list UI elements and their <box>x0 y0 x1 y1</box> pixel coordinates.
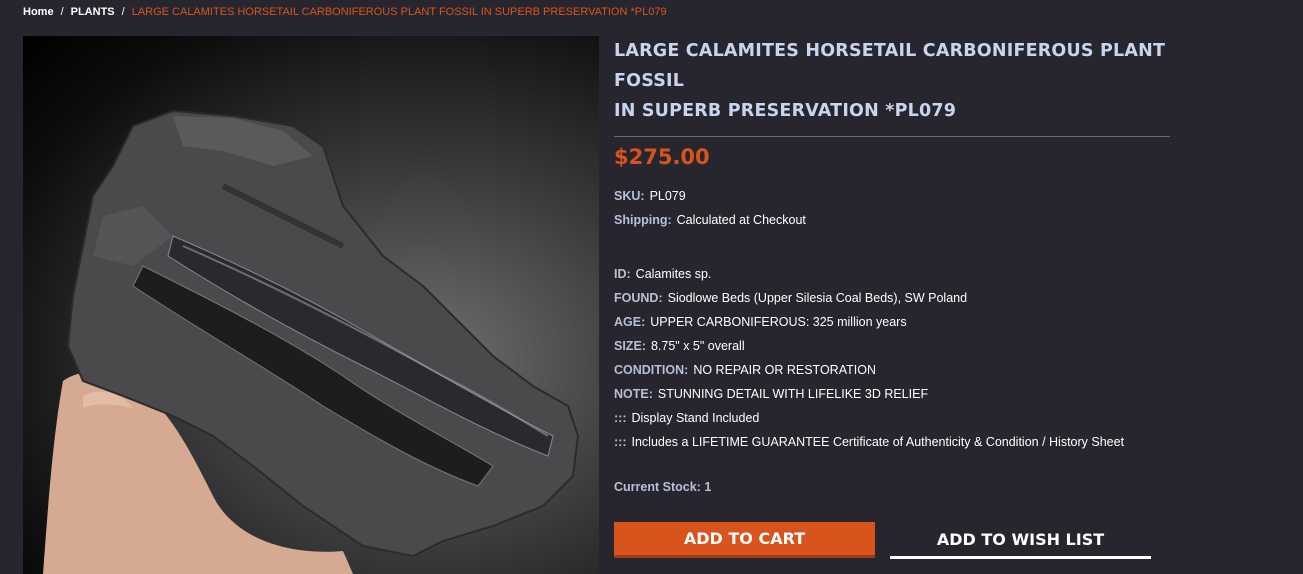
detail-row: FOUND: Siodlowe Beds (Upper Silesia Coal … <box>614 286 1170 310</box>
detail-row: ::: Includes a LIFETIME GUARANTEE Certifi… <box>614 430 1170 454</box>
breadcrumb-category-link[interactable]: PLANTS <box>71 5 115 19</box>
detail-value: UPPER CARBONIFEROUS: 325 million years <box>650 315 907 329</box>
shipping-value: Calculated at Checkout <box>676 213 806 227</box>
breadcrumb-home-link[interactable]: Home <box>23 5 54 19</box>
sku-label: SKU: <box>614 189 645 203</box>
product-page: Home / PLANTS / LARGE CALAMITES HORSETAI… <box>0 0 1303 574</box>
detail-value: STUNNING DETAIL WITH LIFELIKE 3D RELIEF <box>657 387 929 401</box>
product-title-line2: IN SUPERB PRESERVATION *PL079 <box>614 101 957 121</box>
detail-row: ::: Display Stand Included <box>614 406 1170 430</box>
detail-label: FOUND: <box>614 291 663 305</box>
detail-label: ID: <box>614 267 631 281</box>
detail-label: NOTE: <box>614 387 653 401</box>
sku-row: SKU: PL079 <box>614 184 1170 208</box>
product-meta: SKU: PL079 Shipping: Calculated at Checkou… <box>614 184 1170 499</box>
sku-value: PL079 <box>649 189 686 203</box>
detail-label: AGE: <box>614 315 646 329</box>
product-info: LARGE CALAMITES HORSETAIL CARBONIFEROUS … <box>614 36 1170 499</box>
title-divider <box>614 136 1170 137</box>
detail-row: CONDITION: NO REPAIR OR RESTORATION <box>614 358 1170 382</box>
add-to-wishlist-button[interactable]: ADD TO WISH LIST <box>890 522 1151 559</box>
breadcrumb-separator: / <box>121 6 125 18</box>
detail-label: SIZE: <box>614 339 646 353</box>
shipping-label: Shipping: <box>614 213 672 227</box>
breadcrumb: Home / PLANTS / LARGE CALAMITES HORSETAI… <box>23 5 667 19</box>
stock-label: Current Stock: <box>614 480 701 494</box>
product-image[interactable] <box>23 36 599 574</box>
detail-row: AGE: UPPER CARBONIFEROUS: 325 million yea… <box>614 310 1170 334</box>
product-title: LARGE CALAMITES HORSETAIL CARBONIFEROUS … <box>614 36 1170 126</box>
detail-row: SIZE: 8.75" x 5" overall <box>614 334 1170 358</box>
detail-value: 8.75" x 5" overall <box>650 339 745 353</box>
detail-label: CONDITION: <box>614 363 689 377</box>
stock-value: 1 <box>704 480 712 494</box>
breadcrumb-separator: / <box>60 6 64 18</box>
detail-value: Display Stand Included <box>631 411 760 425</box>
product-price: $275.00 <box>614 145 710 169</box>
detail-label: ::: <box>614 411 627 425</box>
detail-value: NO REPAIR OR RESTORATION <box>693 363 876 377</box>
detail-row: ID: Calamites sp. <box>614 262 1170 286</box>
add-to-cart-button[interactable]: ADD TO CART <box>614 522 875 558</box>
detail-value: Siodlowe Beds (Upper Silesia Coal Beds),… <box>667 291 968 305</box>
shipping-row: Shipping: Calculated at Checkout <box>614 208 1170 232</box>
detail-label: ::: <box>614 435 627 449</box>
breadcrumb-current: LARGE CALAMITES HORSETAIL CARBONIFEROUS … <box>131 6 667 18</box>
detail-row: NOTE: STUNNING DETAIL WITH LIFELIKE 3D RE… <box>614 382 1170 406</box>
product-title-line1: LARGE CALAMITES HORSETAIL CARBONIFEROUS … <box>614 41 1166 91</box>
fossil-photo <box>43 109 580 574</box>
detail-value: Includes a LIFETIME GUARANTEE Certificat… <box>631 435 1125 449</box>
detail-value: Calamites sp. <box>635 267 712 281</box>
stock-row: Current Stock: 1 <box>614 475 1170 499</box>
